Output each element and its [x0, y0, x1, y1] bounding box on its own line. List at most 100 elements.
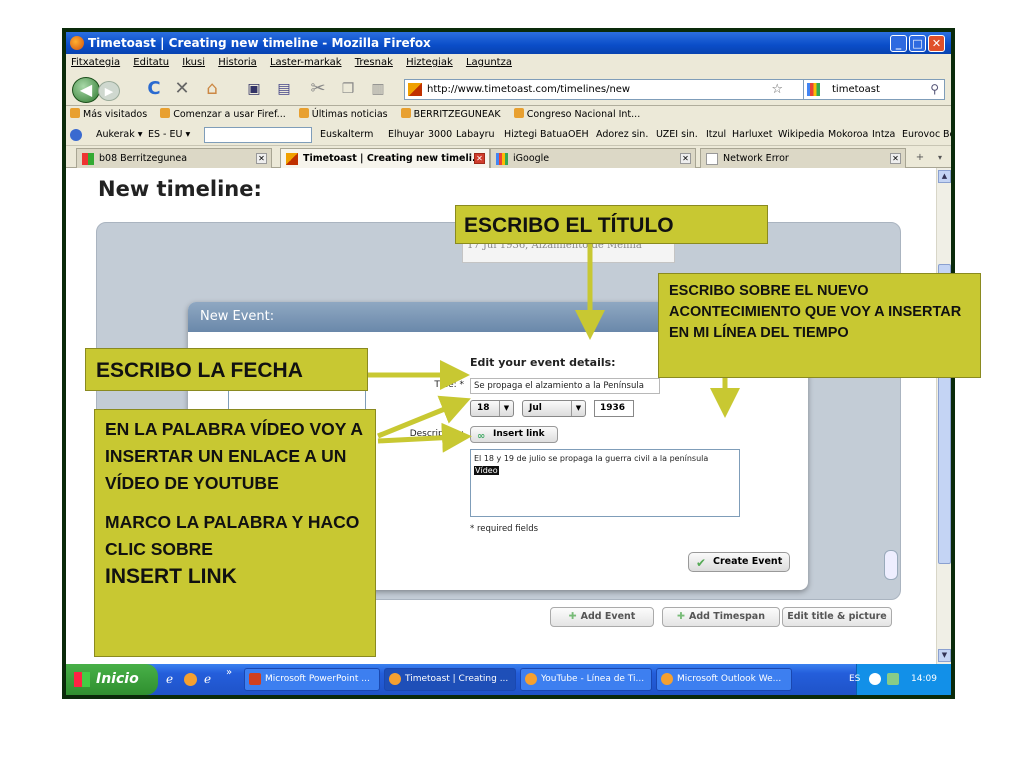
reload-icon[interactable]: C	[142, 78, 166, 100]
navigation-bar: ◀ ▶ C ✕ ⌂ ▣ ▤ ✂ ❐ ▥ http://www.timetoast…	[66, 72, 951, 106]
toolbar-link[interactable]: Labayru	[456, 124, 495, 146]
aukerak-menu[interactable]: Aukerak ▾	[96, 124, 143, 146]
quicklaunch-more-icon[interactable]: »	[226, 667, 232, 678]
toolbar-link[interactable]: Wikipedia	[778, 124, 824, 146]
link-icon: ∞	[477, 431, 486, 442]
toolbar-link[interactable]: 3000	[428, 124, 452, 146]
new-tab-button[interactable]: +	[910, 148, 930, 166]
window-titlebar[interactable]: Timetoast | Creating new timeline - Mozi…	[66, 32, 951, 54]
toolbar-link[interactable]: Adorez sin.	[596, 124, 648, 146]
start-button[interactable]: Inicio	[66, 664, 158, 695]
task-timetoast[interactable]: Timetoast | Creating ...	[384, 668, 516, 691]
toolbar-link[interactable]: Elhuyar	[388, 124, 424, 146]
insert-link-button[interactable]: ∞ Insert link	[470, 426, 558, 443]
bookmark-icon[interactable]: ▤	[272, 78, 296, 100]
tab-igoogle[interactable]: iGoogle ✕	[490, 148, 696, 168]
close-tab-icon[interactable]: ✕	[474, 153, 485, 164]
quicklaunch-ie-icon[interactable]: ℯ	[166, 672, 173, 686]
language-menu[interactable]: ES - EU ▾	[148, 124, 190, 146]
annotation-video-box: EN LA PALABRA VÍDEO VOY A INSERTAR UN EN…	[94, 409, 376, 657]
dictionary-input[interactable]	[204, 127, 312, 143]
bookmark-item[interactable]: Comenzar a usar Firef...	[160, 109, 286, 120]
tab-list-icon[interactable]: ▾	[932, 148, 948, 166]
tab-network-error[interactable]: Network Error ✕	[700, 148, 906, 168]
toolbar-link[interactable]: Hiztegi Batua	[504, 124, 568, 146]
forward-button[interactable]: ▶	[98, 81, 120, 101]
back-button[interactable]: ◀	[72, 77, 100, 103]
menu-item-hiztegiak[interactable]: Hiztegiak	[406, 57, 453, 68]
menu-item-fitxategia[interactable]: Fitxategia	[71, 57, 120, 68]
toolbar-link[interactable]: Eurovoc	[902, 124, 940, 146]
tab-timetoast[interactable]: Timetoast | Creating new timeli... ✕	[280, 148, 490, 168]
close-tab-icon[interactable]: ✕	[890, 153, 901, 164]
page-title: New timeline:	[98, 177, 262, 201]
menu-item-laster-markak[interactable]: Laster-markak	[270, 57, 342, 68]
windows-taskbar: Inicio ℯ ℯ » Microsoft PowerPoint ... Ti…	[66, 664, 951, 695]
search-input[interactable]: timetoast ⚲	[803, 79, 945, 100]
close-tab-icon[interactable]: ✕	[256, 153, 267, 164]
new-tab-icon[interactable]: ▣	[242, 78, 266, 100]
panel-scroll-handle[interactable]	[884, 550, 898, 580]
tab-label: Network Error	[723, 153, 789, 164]
title-input[interactable]: Se propaga el alzamiento a la Península	[470, 378, 660, 394]
menu-item-historia[interactable]: Historia	[218, 57, 257, 68]
menu-item-ikusi[interactable]: Ikusi	[182, 57, 205, 68]
minimize-button[interactable]: _	[890, 35, 907, 52]
description-textarea[interactable]: El 18 y 19 de julio se propaga la guerra…	[470, 449, 740, 517]
bookmark-item[interactable]: Congreso Nacional Int...	[514, 109, 641, 120]
add-event-label: Add Event	[580, 611, 636, 622]
toolbar-link[interactable]: UZEI sin.	[656, 124, 698, 146]
home-icon[interactable]: ⌂	[200, 78, 224, 100]
bookmark-item[interactable]: Más visitados	[70, 109, 147, 120]
close-button[interactable]: ✕	[928, 35, 945, 52]
search-icon[interactable]: ⚲	[930, 80, 939, 99]
toolbar-link[interactable]: Be	[943, 124, 951, 146]
help-icon[interactable]	[70, 129, 82, 141]
task-powerpoint[interactable]: Microsoft PowerPoint ...	[244, 668, 380, 691]
scroll-up-icon[interactable]: ▲	[938, 170, 951, 183]
language-indicator[interactable]: ES	[849, 664, 860, 695]
year-input[interactable]: 1936	[594, 400, 634, 417]
toolbar-link[interactable]: Mokoroa	[828, 124, 868, 146]
menu-item-editatu[interactable]: Editatu	[133, 57, 169, 68]
day-select[interactable]: 18 ▼	[470, 400, 514, 417]
url-text: http://www.timetoast.com/timelines/new	[427, 84, 631, 95]
menu-bar: Fitxategia Editatu Ikusi Historia Laster…	[66, 54, 951, 72]
star-icon[interactable]: ☆	[771, 80, 783, 99]
url-bar[interactable]: http://www.timetoast.com/timelines/new ☆	[404, 79, 804, 100]
window-title: Timetoast | Creating new timeline - Mozi…	[88, 36, 431, 50]
start-label: Inicio	[96, 671, 139, 687]
create-event-button[interactable]: ✔ Create Event	[688, 552, 790, 572]
add-event-button[interactable]: ✚ Add Event	[550, 607, 654, 627]
close-tab-icon[interactable]: ✕	[680, 153, 691, 164]
copy-icon[interactable]: ❐	[336, 78, 360, 100]
quicklaunch-firefox-icon[interactable]	[184, 673, 197, 686]
description-text: El 18 y 19 de julio se propaga la guerra…	[474, 454, 709, 463]
maximize-button[interactable]: □	[909, 35, 926, 52]
task-youtube[interactable]: YouTube - Línea de Ti...	[520, 668, 652, 691]
cut-icon[interactable]: ✂	[306, 78, 330, 100]
month-value: Jul	[529, 403, 542, 413]
paste-icon[interactable]: ▥	[366, 78, 390, 100]
vertical-scrollbar[interactable]: ▲ ▼	[936, 168, 951, 664]
menu-item-tresnak[interactable]: Tresnak	[355, 57, 393, 68]
toolbar-link[interactable]: OEH	[568, 124, 589, 146]
scroll-down-icon[interactable]: ▼	[938, 649, 951, 662]
tray-icon[interactable]	[869, 673, 881, 685]
task-outlook[interactable]: Microsoft Outlook We...	[656, 668, 792, 691]
bookmark-item[interactable]: Últimas noticias	[299, 109, 388, 120]
toolbar-link[interactable]: Euskalterm	[320, 124, 373, 146]
tab-berritzegunea[interactable]: b08 Berritzegunea ✕	[76, 148, 272, 168]
annotation-video: EN LA PALABRA VÍDEO VOY A INSERTAR UN EN…	[105, 419, 363, 493]
month-select[interactable]: Jul ▼	[522, 400, 586, 417]
toolbar-link[interactable]: Intza	[872, 124, 895, 146]
edit-title-button[interactable]: Edit title & picture	[782, 607, 892, 627]
network-icon[interactable]	[887, 673, 899, 685]
bookmark-item[interactable]: BERRITZEGUNEAK	[401, 109, 501, 120]
menu-item-laguntza[interactable]: Laguntza	[466, 57, 512, 68]
quicklaunch-ie2-icon[interactable]: ℯ	[204, 672, 211, 686]
toolbar-link[interactable]: Harluxet	[732, 124, 772, 146]
add-timespan-button[interactable]: ✚ Add Timespan	[662, 607, 780, 627]
stop-icon[interactable]: ✕	[170, 78, 194, 100]
toolbar-link[interactable]: Itzul	[706, 124, 726, 146]
